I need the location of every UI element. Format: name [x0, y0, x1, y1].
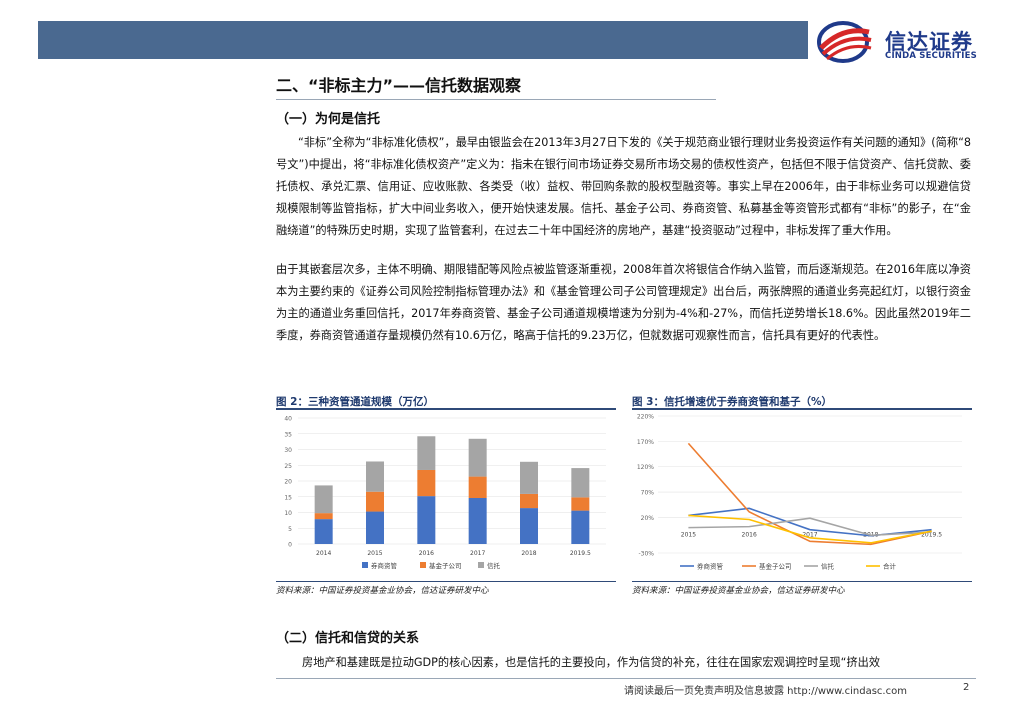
- x-tick-label: 2018: [521, 550, 536, 557]
- figure-3-title: 图 3：信托增速优于券商资管和基子（%）: [632, 396, 832, 408]
- legend-label: 券商资管: [697, 562, 724, 571]
- legend-label: 基金子公司: [429, 561, 462, 570]
- brand-name-en: CINDA SECURITIES: [885, 51, 977, 61]
- bar-segment: [417, 436, 436, 470]
- bar-segment: [468, 476, 487, 499]
- x-tick-label: 2017: [470, 550, 485, 557]
- legend-swatch: [420, 562, 426, 568]
- legend-label: 合计: [883, 562, 897, 571]
- figure-2-source: 资料来源：中国证券投资基金业协会，信达证券研发中心: [276, 586, 489, 596]
- legend-swatch: [362, 562, 368, 568]
- page-number: 2: [963, 682, 970, 693]
- paragraph-1: “非标”全称为“非标准化债权”，最早由银监会在2013年3月27日下发的《关于规…: [276, 136, 971, 237]
- bar-segment: [571, 497, 590, 511]
- cinda-logo-icon: [817, 21, 872, 63]
- line-chart: -30%20%70%120%170%220%2015 2016 2017 2018 20…: [637, 414, 962, 571]
- x-tick-label: 2014: [316, 550, 331, 557]
- paragraph-2: 由于其嵌套层次多，主体不明确、期限错配等风险点被监管逐渐重视，2008年首次将银…: [276, 263, 971, 342]
- bar-segment: [314, 519, 333, 544]
- bar-segment: [366, 511, 384, 544]
- bar-segment: [468, 498, 487, 544]
- legend-label: 信托: [821, 562, 835, 571]
- bar-segment: [520, 493, 538, 509]
- bar-segment: [520, 461, 538, 494]
- bar-segment: [417, 496, 436, 544]
- x-tick-label: 2015: [681, 532, 696, 539]
- x-tick-label: 2019.5: [570, 550, 591, 557]
- legend-swatch: [478, 562, 484, 568]
- y-tick-label: 0: [288, 542, 292, 549]
- footer-disclaimer: 请阅读最后一页免责声明及信息披露 http://www.cindasc.com: [624, 686, 907, 697]
- y-tick-label: 10: [284, 510, 292, 517]
- figure-3-source-rule: [632, 581, 972, 582]
- subsection-title-2: （二）信托和信贷的关系: [276, 631, 420, 646]
- bar-segment: [520, 508, 538, 544]
- legend-label: 基金子公司: [759, 562, 792, 571]
- x-tick-label: 2016: [419, 550, 434, 557]
- bar-segment: [571, 468, 590, 498]
- y-tick-label: 15: [284, 494, 292, 501]
- y-tick-label: 120%: [637, 464, 654, 471]
- y-tick-label: 30: [284, 447, 292, 454]
- bar-segment: [366, 491, 384, 512]
- footer-divider: [276, 678, 976, 679]
- header-bar: [38, 21, 808, 59]
- bar-segment: [468, 438, 487, 477]
- section-divider: [276, 99, 716, 100]
- figure-2-title: 图 2：三种资管通道规模（万亿）: [276, 396, 434, 408]
- y-tick-label: 35: [284, 431, 292, 438]
- bar-segment: [417, 469, 436, 497]
- y-tick-label: 20: [284, 479, 292, 486]
- y-tick-label: -30%: [638, 551, 654, 558]
- cinda-logo: 信达证券 CINDA SECURITIES: [815, 18, 995, 66]
- y-tick-label: 70%: [641, 490, 655, 497]
- section-title: 二、“非标主力”——信托数据观察: [276, 76, 522, 95]
- y-tick-label: 220%: [637, 414, 654, 421]
- legend-label: 券商资管: [371, 561, 398, 570]
- y-tick-label: 25: [284, 463, 292, 470]
- x-tick-label: 2015: [367, 550, 382, 557]
- bar-segment: [366, 461, 384, 492]
- bar-segment: [571, 510, 590, 544]
- bar-segment: [314, 485, 333, 514]
- y-tick-label: 20%: [641, 515, 655, 522]
- figure-2-source-rule: [276, 581, 616, 582]
- y-tick-label: 5: [288, 526, 292, 533]
- stacked-bar-chart: 0 5 10 15 20 25 30 35 40 2014 2015 2016 2017 2018 2019…: [284, 416, 606, 570]
- subsection-title-1: （一）为何是信托: [276, 112, 381, 127]
- legend-label: 信托: [487, 561, 501, 570]
- x-tick-label: 2016: [742, 532, 757, 539]
- y-tick-label: 170%: [637, 439, 654, 446]
- y-tick-label: 40: [284, 416, 292, 423]
- paragraph-3: 房地产和基建既是拉动GDP的核心因素，也是信托的主要投向，作为信贷的补充，往往在…: [302, 656, 881, 669]
- bar-segment: [314, 513, 333, 520]
- figure-3-source: 资料来源：中国证券投资基金业协会，信达证券研发中心: [632, 586, 845, 596]
